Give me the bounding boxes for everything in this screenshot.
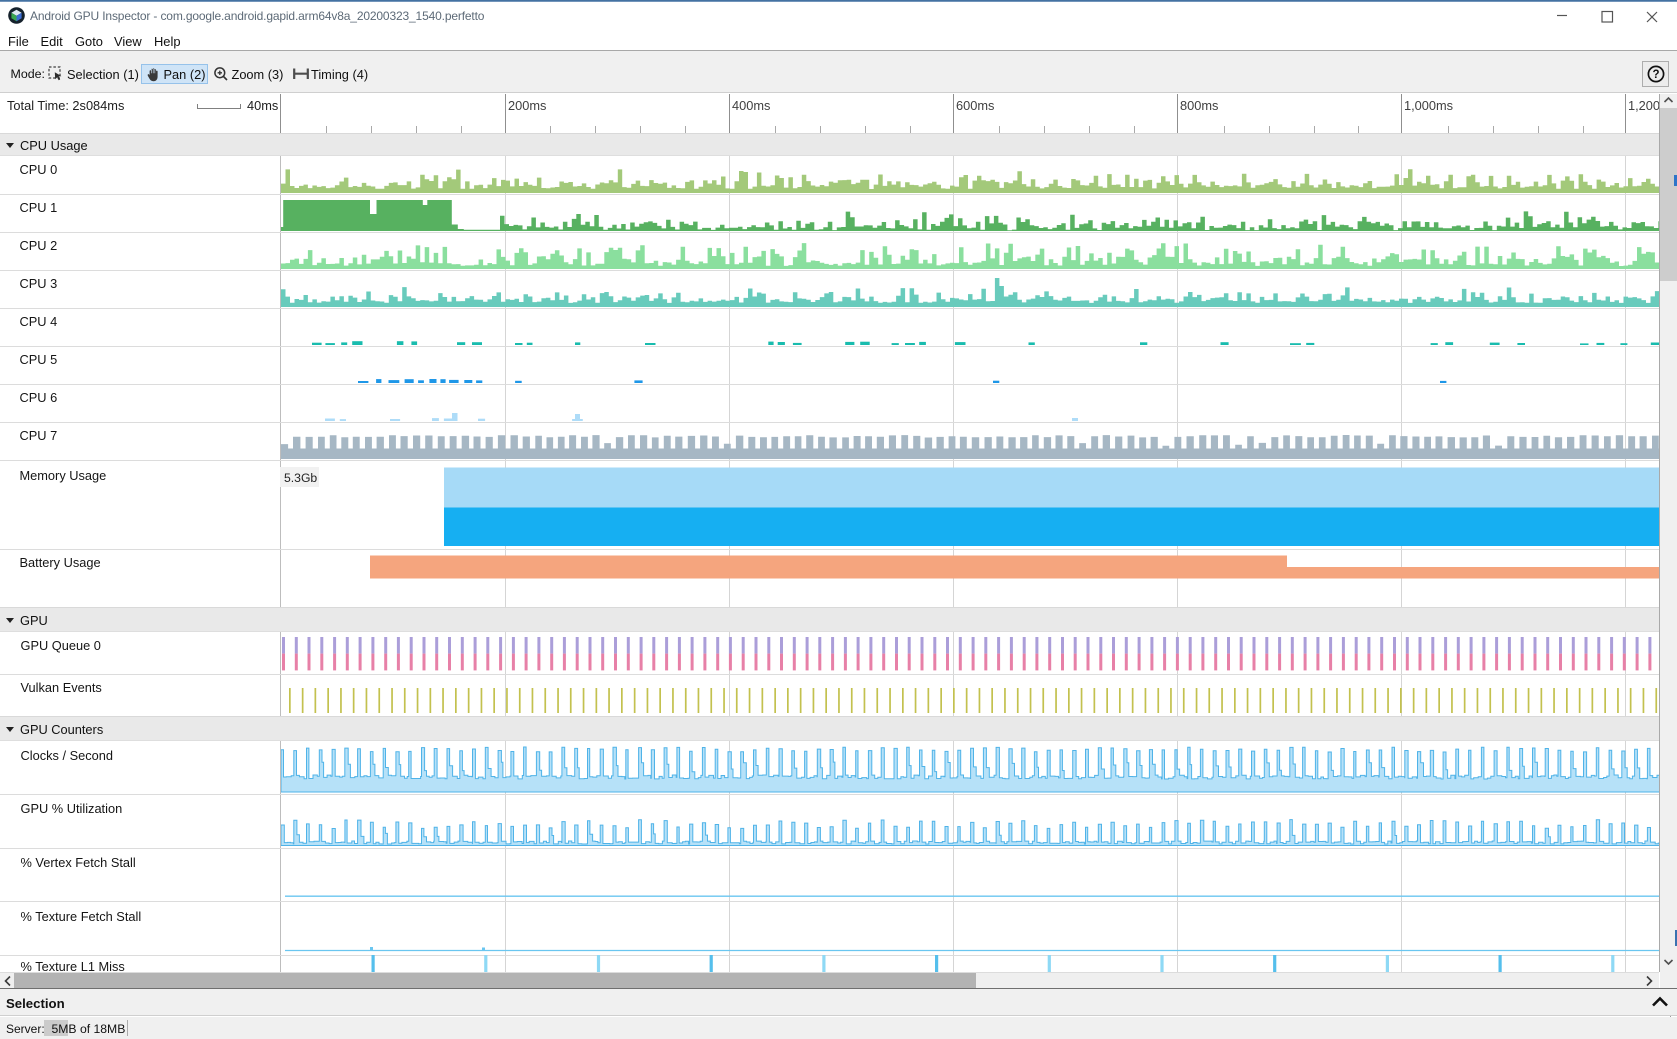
svg-text:?: ? (1652, 69, 1659, 81)
